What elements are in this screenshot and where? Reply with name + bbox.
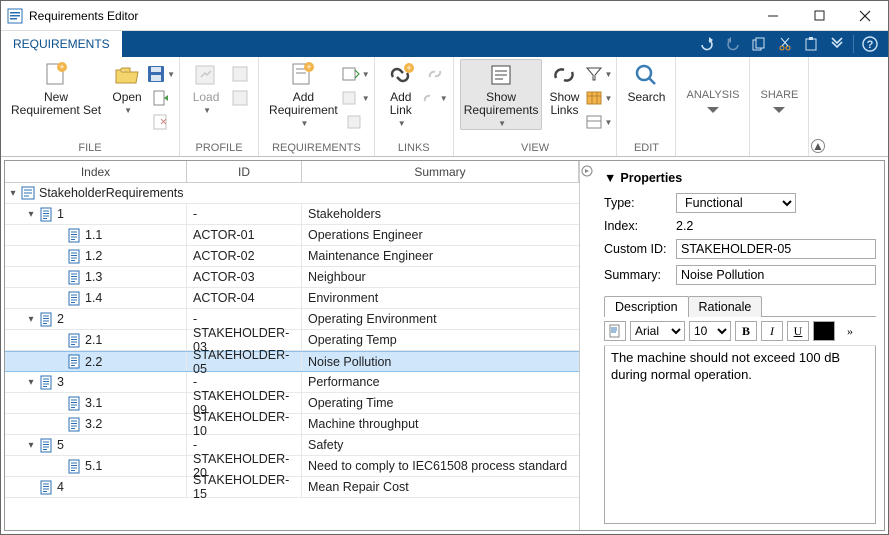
filter-button[interactable]: ▼ bbox=[586, 63, 610, 85]
req-btn-3[interactable] bbox=[344, 111, 368, 133]
save-button[interactable]: ▼ bbox=[149, 63, 173, 85]
minimize-button[interactable] bbox=[750, 1, 796, 31]
show-links-button[interactable]: Show Links bbox=[544, 59, 584, 119]
paste-button[interactable] bbox=[799, 33, 823, 55]
add-link-button[interactable]: + Add Link▼ bbox=[381, 59, 421, 130]
editor-doc-icon[interactable] bbox=[604, 321, 626, 341]
share-button[interactable]: SHARE bbox=[756, 87, 802, 115]
show-requirements-button[interactable]: Show Requirements▼ bbox=[460, 59, 543, 130]
svg-text:+: + bbox=[307, 62, 312, 72]
pane-toggle[interactable] bbox=[580, 161, 594, 530]
close-doc-button[interactable] bbox=[149, 111, 173, 133]
window-title: Requirements Editor bbox=[29, 9, 750, 23]
overflow-button[interactable] bbox=[825, 33, 849, 55]
tab-requirements[interactable]: REQUIREMENTS bbox=[1, 31, 122, 57]
properties-pane: ▼ Properties Type: Functional Index: 2.2… bbox=[594, 161, 884, 530]
tab-rationale[interactable]: Rationale bbox=[688, 296, 763, 317]
group-label-view: VIEW bbox=[460, 142, 611, 156]
font-name-select[interactable]: Arial bbox=[630, 321, 685, 341]
group-label-file: FILE bbox=[7, 142, 173, 156]
close-button[interactable] bbox=[842, 1, 888, 31]
new-requirement-set-button[interactable]: + New Requirement Set bbox=[7, 59, 105, 119]
tree-pane: Index ID Summary ▾StakeholderRequirement… bbox=[5, 161, 580, 530]
copy-button[interactable] bbox=[747, 33, 771, 55]
analysis-button[interactable]: ANALYSIS bbox=[682, 87, 743, 115]
ribbon-collapse-icon[interactable]: ▲ bbox=[811, 139, 825, 153]
tree-header: Index ID Summary bbox=[5, 161, 579, 183]
tree-body[interactable]: ▾StakeholderRequirements▾1-Stakeholders1… bbox=[5, 183, 579, 530]
bold-button[interactable]: B bbox=[735, 321, 757, 341]
search-button[interactable]: Search bbox=[623, 59, 669, 106]
group-label-links: LINKS bbox=[381, 142, 447, 156]
editor-more-button[interactable]: » bbox=[839, 321, 861, 341]
summary-label: Summary: bbox=[604, 268, 676, 282]
table-row[interactable]: 1.1ACTOR-01Operations Engineer bbox=[5, 225, 579, 246]
group-label-edit: EDIT bbox=[623, 142, 669, 156]
title-bar: Requirements Editor bbox=[1, 1, 888, 31]
svg-text:?: ? bbox=[867, 39, 874, 51]
link-btn-2[interactable]: ▼ bbox=[423, 87, 447, 109]
index-label: Index: bbox=[604, 219, 676, 233]
group-label-requirements: REQUIREMENTS bbox=[265, 142, 368, 156]
tree-root-row[interactable]: ▾StakeholderRequirements bbox=[5, 183, 579, 204]
cut-button[interactable] bbox=[773, 33, 797, 55]
table-row[interactable]: ▾1-Stakeholders bbox=[5, 204, 579, 225]
table-row[interactable]: 2.2STAKEHOLDER-05Noise Pollution bbox=[5, 351, 579, 372]
font-size-select[interactable]: 10 bbox=[689, 321, 731, 341]
table-row[interactable]: 4STAKEHOLDER-15Mean Repair Cost bbox=[5, 477, 579, 498]
type-select[interactable]: Functional bbox=[676, 193, 796, 213]
tab-description[interactable]: Description bbox=[604, 296, 689, 317]
index-value: 2.2 bbox=[676, 219, 876, 233]
tab-strip: REQUIREMENTS ? bbox=[1, 31, 888, 57]
import-button[interactable] bbox=[149, 87, 173, 109]
table-row[interactable]: 1.3ACTOR-03Neighbour bbox=[5, 267, 579, 288]
group-label-profile: PROFILE bbox=[186, 142, 252, 156]
profile-btn-1[interactable] bbox=[228, 63, 252, 85]
help-button[interactable]: ? bbox=[858, 33, 882, 55]
redo-button[interactable] bbox=[721, 33, 745, 55]
column-header-index[interactable]: Index bbox=[5, 161, 187, 182]
svg-text:+: + bbox=[59, 62, 64, 72]
italic-button[interactable]: I bbox=[761, 321, 783, 341]
link-btn-1[interactable] bbox=[423, 63, 447, 85]
summary-input[interactable] bbox=[676, 265, 876, 285]
properties-heading: ▼ Properties bbox=[604, 171, 876, 185]
description-textarea[interactable]: The machine should not exceed 100 dB dur… bbox=[604, 346, 876, 524]
req-btn-2[interactable]: ▼ bbox=[344, 87, 368, 109]
ribbon: + New Requirement Set Open ▼ ▼ FILE Load… bbox=[1, 57, 888, 157]
svg-text:+: + bbox=[406, 63, 411, 73]
table-row[interactable]: 3.2STAKEHOLDER-10Machine throughput bbox=[5, 414, 579, 435]
column-header-id[interactable]: ID bbox=[187, 161, 302, 182]
view-btn-3[interactable]: ▼ bbox=[586, 111, 610, 133]
custom-id-input[interactable] bbox=[676, 239, 876, 259]
maximize-button[interactable] bbox=[796, 1, 842, 31]
add-requirement-button[interactable]: + Add Requirement▼ bbox=[265, 59, 342, 130]
table-row[interactable]: 1.2ACTOR-02Maintenance Engineer bbox=[5, 246, 579, 267]
underline-button[interactable]: U bbox=[787, 321, 809, 341]
content-area: Index ID Summary ▾StakeholderRequirement… bbox=[4, 160, 885, 531]
type-label: Type: bbox=[604, 196, 676, 210]
font-color-button[interactable] bbox=[813, 321, 835, 341]
open-button[interactable]: Open ▼ bbox=[107, 59, 147, 117]
table-row[interactable]: 1.4ACTOR-04Environment bbox=[5, 288, 579, 309]
undo-button[interactable] bbox=[695, 33, 719, 55]
req-btn-1[interactable]: ▼ bbox=[344, 63, 368, 85]
editor-toolbar: Arial 10 B I U » bbox=[604, 317, 876, 346]
profile-btn-2[interactable] bbox=[228, 87, 252, 109]
load-profile-button[interactable]: Load▼ bbox=[186, 59, 226, 117]
custom-id-label: Custom ID: bbox=[604, 242, 676, 256]
columns-button[interactable]: ▼ bbox=[586, 87, 610, 109]
app-icon bbox=[7, 8, 23, 24]
column-header-summary[interactable]: Summary bbox=[302, 161, 579, 182]
